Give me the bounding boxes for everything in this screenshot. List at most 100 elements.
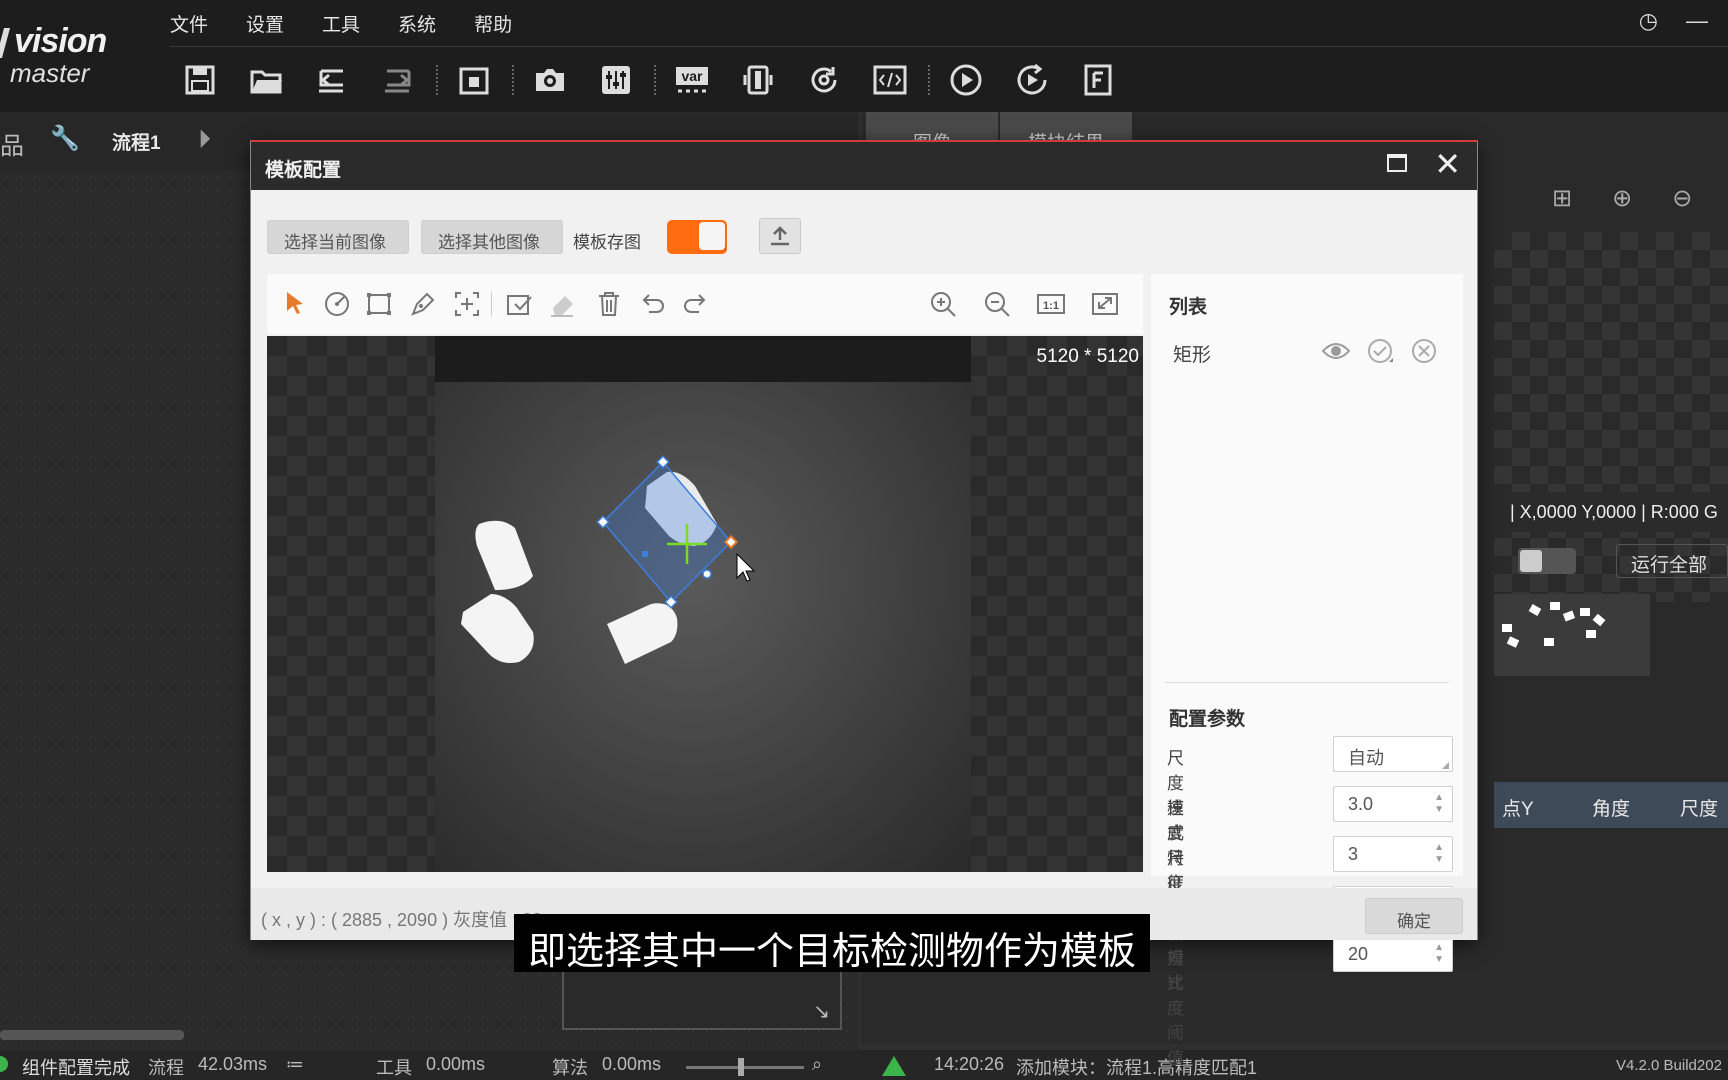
remove-circle-icon[interactable] (1409, 336, 1439, 366)
grid-icon[interactable]: ⊞ (1552, 184, 1572, 213)
status-state: 组件配置完成 (22, 1058, 130, 1078)
resize-corner-icon[interactable]: ↘ (813, 999, 830, 1024)
lock-icon[interactable] (454, 60, 494, 100)
device-icon[interactable] (738, 60, 778, 100)
zoom-slider-handle[interactable] (738, 1058, 744, 1076)
object-3 (607, 603, 678, 664)
status-process-time: 42.03ms (198, 1054, 268, 1074)
upload-button[interactable] (759, 218, 801, 254)
display-toggle[interactable] (1518, 548, 1576, 574)
param-spinbox[interactable]: 3 ▲ ▼ (1333, 836, 1453, 872)
eye-icon[interactable] (1321, 336, 1351, 366)
rectangle-roi[interactable] (601, 460, 733, 604)
maximize-icon[interactable] (1387, 154, 1407, 172)
function-icon[interactable] (1078, 60, 1118, 100)
app-header: vision master 文件 设置 工具 系统 帮助 ◷ — var (0, 0, 1728, 112)
open-folder-icon[interactable] (246, 60, 286, 100)
adjust-icon[interactable] (596, 60, 636, 100)
param-spinbox[interactable]: 3.0 ▲ ▼ (1333, 786, 1453, 822)
confirm-region-icon[interactable] (503, 288, 535, 320)
delete-icon[interactable] (593, 288, 625, 320)
spin-arrows-icon[interactable]: ▲ ▼ (1434, 942, 1444, 966)
list-item-rectangle[interactable]: 矩形 (1173, 340, 1211, 367)
var-icon[interactable]: var (672, 60, 712, 100)
zoom-out-icon[interactable] (981, 288, 1013, 320)
spin-arrows-icon[interactable]: ▲ ▼ (1434, 842, 1444, 866)
rectangle-roi-icon[interactable] (363, 288, 395, 320)
actual-size-icon[interactable]: 1:1 (1035, 288, 1067, 320)
horizontal-scrollbar[interactable] (0, 1030, 184, 1040)
image-canvas[interactable]: 5120 * 5120 (267, 336, 1143, 872)
select-current-image-button[interactable]: 选择当前图像 (267, 220, 409, 254)
tab-process-1[interactable]: 流程1 (112, 128, 161, 155)
export-icon[interactable] (378, 60, 418, 100)
menu-system[interactable]: 系统 (398, 10, 436, 37)
template-save-image-toggle[interactable] (667, 220, 727, 254)
add-region-icon[interactable] (451, 288, 483, 320)
app-logo: vision master (0, 18, 160, 88)
run-all-button[interactable]: 运行全部 (1616, 544, 1728, 578)
undo-icon[interactable] (637, 288, 669, 320)
save-icon[interactable] (180, 60, 220, 100)
param-select[interactable]: 自动 (1333, 736, 1453, 772)
dialog-title: 模板配置 (265, 160, 342, 181)
menu-file[interactable]: 文件 (170, 10, 208, 37)
object-2 (461, 594, 534, 663)
col-angle[interactable]: 角度 (1592, 794, 1630, 821)
template-save-image-label: 模板存图 (573, 233, 641, 252)
redo-icon[interactable] (679, 288, 711, 320)
select-other-image-button[interactable]: 选择其他图像 (421, 220, 563, 254)
check-circle-icon[interactable] (1365, 336, 1395, 366)
pixel-readout: | X,0000 Y,0000 | R:000 G (1494, 492, 1728, 532)
wrench-icon[interactable]: 🔧 (50, 124, 80, 153)
search-icon[interactable]: ⌕ (812, 1054, 822, 1075)
roi-handle-edge[interactable] (642, 551, 648, 557)
result-table-header: 点Y 角度 尺度 (1494, 782, 1728, 828)
menu-tools[interactable]: 工具 (322, 10, 360, 37)
dialog-title-bar[interactable]: 模板配置 ✕ (251, 142, 1477, 190)
result-thumbnail[interactable] (1494, 594, 1650, 676)
camera-icon[interactable] (530, 60, 570, 100)
zoom-in-icon[interactable]: ⊕ (1612, 184, 1632, 213)
menu-settings[interactable]: 设置 (246, 10, 284, 37)
log-message: 添加模块：流程1.高精度匹配1 (1016, 1058, 1258, 1078)
zoom-out-icon[interactable]: ⊖ (1672, 184, 1692, 213)
code-icon[interactable] (870, 60, 910, 100)
flow-tree-icon[interactable]: 品 (0, 126, 24, 161)
status-algo-label: 算法 (552, 1058, 588, 1078)
param-label: 对比度阈值 (1167, 949, 1184, 1068)
run-once-icon[interactable] (946, 60, 986, 100)
canvas-toolbar: 1:1 (267, 274, 1143, 334)
status-bar: 组件配置完成 流程 42.03ms ≔ 工具 0.00ms 算法 0.00ms … (0, 1050, 1728, 1080)
param-spinbox[interactable]: 20 ▲ ▼ (1333, 936, 1453, 972)
ok-button[interactable]: 确定 (1365, 898, 1463, 934)
fit-window-icon[interactable] (1089, 288, 1121, 320)
status-algo-time: 0.00ms (602, 1054, 662, 1074)
object-1 (475, 520, 533, 590)
log-time: 14:20:26 (934, 1054, 1005, 1074)
circle-roi-icon[interactable] (321, 288, 353, 320)
zoom-in-icon[interactable] (927, 288, 959, 320)
zoom-slider[interactable] (686, 1066, 804, 1069)
canvas-overlay (461, 455, 756, 664)
select-arrow-icon[interactable] (279, 288, 311, 320)
roi-rotate-handle[interactable] (702, 569, 712, 579)
template-config-dialog: 模板配置 ✕ 选择当前图像 选择其他图像 模板存图 1:1 5120 * 512… (250, 140, 1478, 1068)
import-icon[interactable] (312, 60, 352, 100)
col-scale[interactable]: 尺度 (1680, 794, 1718, 821)
pen-icon[interactable] (407, 288, 439, 320)
run-loop-icon[interactable] (1012, 60, 1052, 100)
list-icon[interactable]: ≔ (286, 1054, 304, 1075)
clock-icon[interactable]: ◷ (1639, 8, 1658, 34)
spin-arrows-icon[interactable]: ▲ ▼ (1434, 792, 1444, 816)
menu-help[interactable]: 帮助 (474, 10, 512, 37)
status-tool-label: 工具 (376, 1058, 412, 1078)
close-icon[interactable]: ✕ (1434, 146, 1461, 182)
col-point-y[interactable]: 点Y (1502, 794, 1534, 821)
status-ok-icon (0, 1056, 8, 1072)
warning-icon (882, 1056, 906, 1076)
rotate-icon[interactable] (804, 60, 844, 100)
eraser-icon[interactable] (547, 288, 579, 320)
run-process-icon[interactable]: ⏵ (198, 124, 211, 156)
minimize-icon[interactable]: — (1686, 8, 1708, 34)
